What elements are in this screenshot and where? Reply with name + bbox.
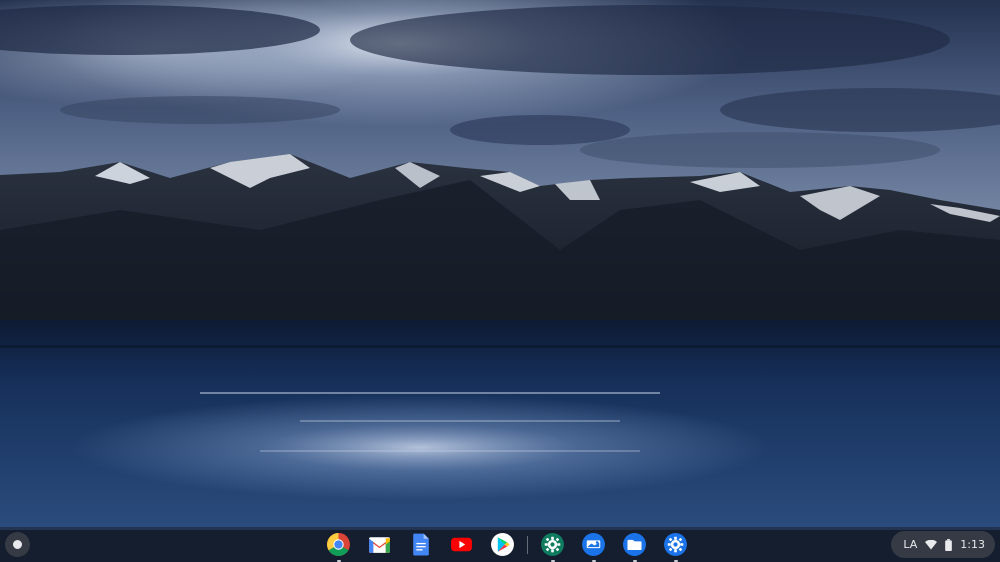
files-icon — [623, 533, 646, 556]
launcher-circle-icon — [13, 540, 22, 549]
desktop: LA 1:13 — [0, 0, 1000, 562]
wallpaper — [0, 0, 1000, 530]
running-indicator — [336, 559, 341, 562]
screencast-icon — [582, 533, 605, 556]
ime-indicator: LA — [903, 538, 918, 551]
shelf-app-files[interactable] — [620, 530, 650, 562]
gmail-icon — [369, 537, 390, 553]
running-indicator — [591, 559, 596, 562]
shelf-app-play-store[interactable] — [488, 530, 518, 560]
youtube-icon — [451, 537, 472, 552]
shelf-app-gmail[interactable] — [365, 530, 395, 560]
shelf-app-settings-android[interactable] — [538, 530, 568, 562]
launcher-button[interactable] — [5, 532, 30, 557]
clock: 1:13 — [960, 538, 985, 551]
chrome-icon — [327, 533, 350, 556]
battery-icon — [945, 538, 953, 551]
running-indicator — [550, 559, 555, 562]
docs-icon — [413, 533, 429, 556]
shelf-app-row — [318, 529, 696, 562]
shelf: LA 1:13 — [0, 527, 1000, 562]
shelf-app-settings[interactable] — [661, 530, 691, 562]
shelf-app-screencast[interactable] — [579, 530, 609, 562]
status-tray[interactable]: LA 1:13 — [891, 531, 995, 558]
settings-icon — [664, 533, 687, 556]
play-store-icon — [491, 533, 514, 556]
shelf-app-docs[interactable] — [406, 530, 436, 560]
shelf-app-youtube[interactable] — [447, 530, 477, 560]
wifi-icon — [925, 539, 938, 549]
running-indicator — [632, 559, 637, 562]
running-indicator — [673, 559, 678, 562]
shelf-app-chrome[interactable] — [324, 530, 354, 562]
android-settings-icon — [541, 533, 564, 556]
shelf-separator — [527, 535, 528, 554]
